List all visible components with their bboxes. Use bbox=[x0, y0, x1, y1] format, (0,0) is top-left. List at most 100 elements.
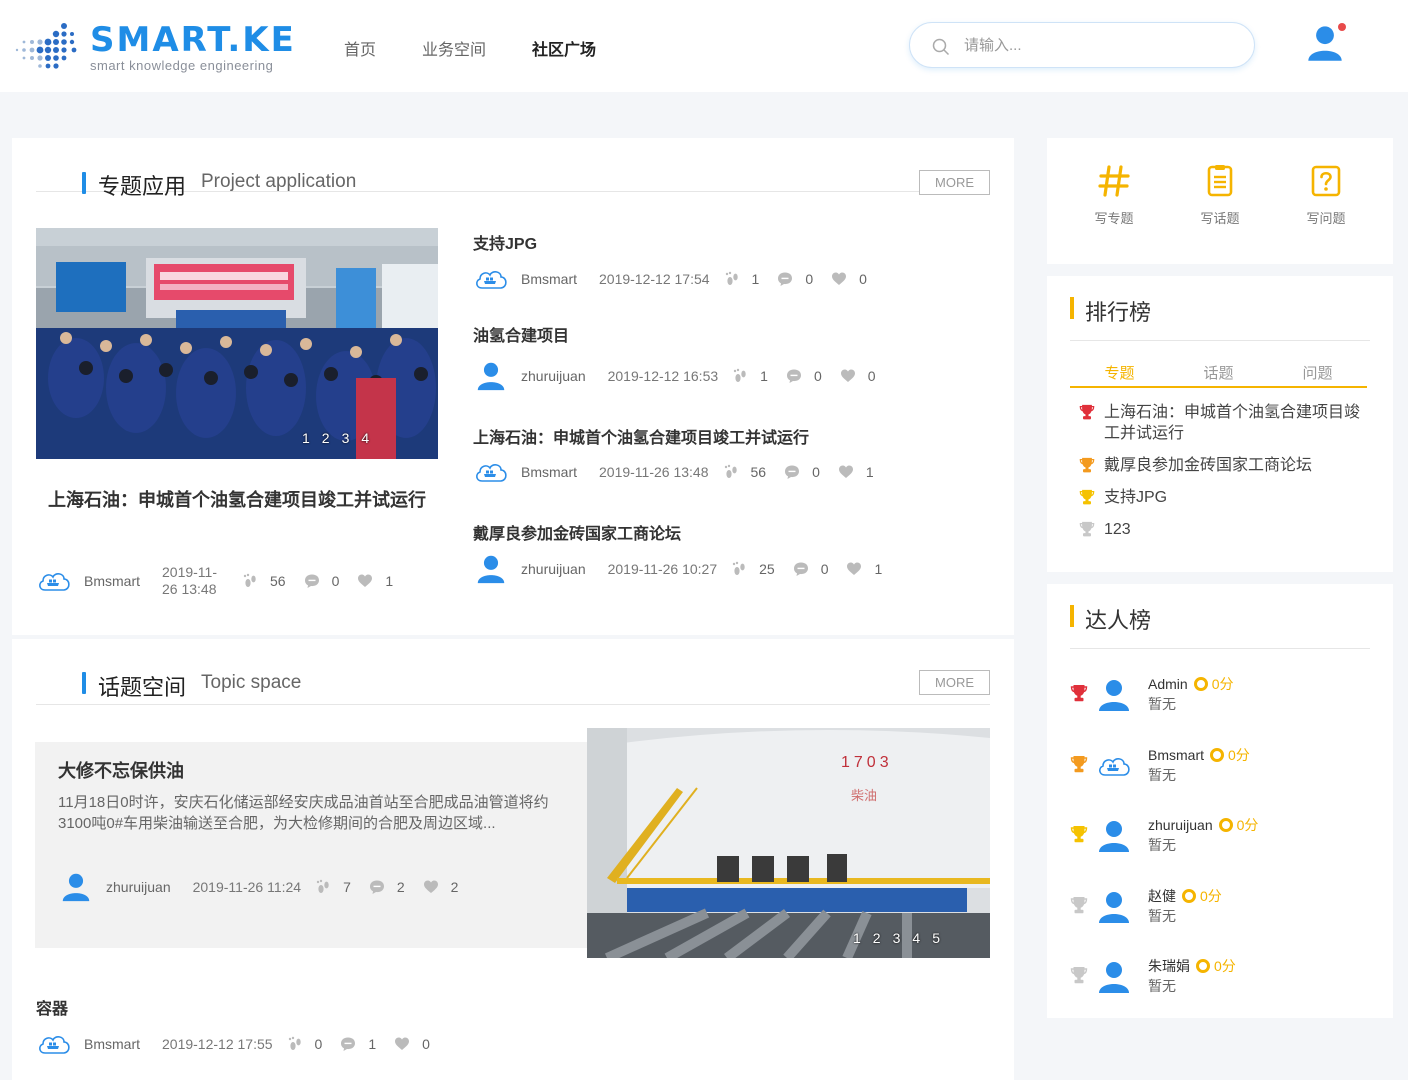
project-item-title[interactable]: 戴厚良参加金砖国家工商论坛 bbox=[473, 520, 681, 544]
author-name[interactable]: Bmsmart bbox=[84, 1036, 140, 1052]
write-topic-button[interactable]: 写话题 bbox=[1185, 164, 1255, 227]
topic-more-button[interactable]: MORE bbox=[919, 670, 990, 695]
ranking-item-title: 123 bbox=[1104, 521, 1131, 538]
tab-topics[interactable]: 话题 bbox=[1169, 362, 1268, 386]
comments-count: 0 bbox=[813, 368, 822, 384]
carousel-page[interactable]: 4 bbox=[361, 430, 369, 446]
ranking-list: 上海石油：申城首个油氢合建项目竣工并试运行 戴厚良参加金砖国家工商论坛 支持JP… bbox=[1070, 402, 1370, 551]
expert-name[interactable]: Bmsmart bbox=[1148, 747, 1204, 763]
project-featured-photo[interactable]: 1 2 3 4 bbox=[36, 228, 438, 459]
project-item-title[interactable]: 支持JPG bbox=[473, 230, 537, 254]
project-section-subtitle: Project application bbox=[201, 171, 357, 192]
project-item-meta: Bmsmart 2019-12-12 17:54 1 0 0 bbox=[473, 264, 885, 294]
notification-dot bbox=[1338, 23, 1346, 31]
nav-community-square[interactable]: 社区广场 bbox=[532, 36, 596, 60]
topic-featured-card[interactable]: 大修不忘保供油 11月18日0时许，安庆石化储运部经安庆成品油首站至合肥成品油管… bbox=[35, 742, 587, 948]
ranking-divider bbox=[1070, 340, 1370, 341]
project-section-title: 专题应用 bbox=[98, 174, 187, 199]
nav-home[interactable]: 首页 bbox=[344, 36, 376, 60]
project-featured-title[interactable]: 上海石油：申城首个油氢合建项目竣工并试运行 bbox=[48, 483, 428, 517]
comment-icon bbox=[784, 464, 800, 480]
write-project-button[interactable]: 写专题 bbox=[1079, 164, 1149, 227]
expert-name[interactable]: zhuruijuan bbox=[1148, 817, 1213, 833]
heart-icon[interactable] bbox=[831, 271, 847, 287]
author-name[interactable]: Bmsmart bbox=[84, 573, 140, 589]
ranking-item[interactable]: 支持JPG bbox=[1070, 487, 1370, 508]
author-name[interactable]: Bmsmart bbox=[521, 464, 577, 480]
views-footprint-icon bbox=[287, 1036, 303, 1052]
experts-accent-bar bbox=[1070, 605, 1074, 627]
comments-count: 0 bbox=[805, 271, 814, 287]
user-avatar-icon[interactable] bbox=[1096, 678, 1132, 712]
carousel-page[interactable]: 3 bbox=[342, 430, 350, 446]
search-input[interactable] bbox=[964, 33, 1234, 57]
write-question-label: 写问题 bbox=[1306, 211, 1346, 226]
carousel-page[interactable]: 3 bbox=[893, 930, 901, 946]
search-box[interactable] bbox=[909, 22, 1255, 68]
ranking-item[interactable]: 123 bbox=[1070, 519, 1370, 540]
comments-count: 1 bbox=[368, 1036, 377, 1052]
topic-item-title[interactable]: 容器 bbox=[36, 995, 68, 1019]
carousel-page[interactable]: 4 bbox=[912, 930, 920, 946]
expert-item[interactable]: Bmsmart 0分 暂无 bbox=[1070, 745, 1370, 785]
topic-featured-title[interactable]: 大修不忘保供油 bbox=[58, 757, 184, 783]
bmsmart-avatar[interactable] bbox=[473, 457, 509, 487]
tab-questions[interactable]: 问题 bbox=[1268, 362, 1367, 386]
expert-score: 0分 bbox=[1236, 817, 1259, 833]
smartke-logo[interactable]: SMART.KE smart knowledge engineering bbox=[14, 18, 294, 76]
views-count: 1 bbox=[751, 271, 760, 287]
carousel-page[interactable]: 2 bbox=[873, 930, 881, 946]
write-project-label: 写专题 bbox=[1094, 211, 1134, 226]
expert-item[interactable]: 赵健 0分 暂无 bbox=[1070, 886, 1370, 926]
expert-score: 0分 bbox=[1228, 747, 1250, 763]
author-name[interactable]: Bmsmart bbox=[521, 271, 577, 287]
user-avatar-icon[interactable] bbox=[58, 872, 94, 902]
expert-name[interactable]: Admin bbox=[1148, 676, 1188, 692]
user-avatar-icon[interactable] bbox=[473, 554, 509, 584]
author-name[interactable]: zhuruijuan bbox=[521, 561, 586, 577]
expert-item[interactable]: 朱瑞娟 0分 暂无 bbox=[1070, 956, 1370, 996]
expert-item[interactable]: zhuruijuan 0分 暂无 bbox=[1070, 815, 1370, 855]
bmsmart-avatar[interactable] bbox=[473, 264, 509, 294]
ranking-item[interactable]: 戴厚良参加金砖国家工商论坛 bbox=[1070, 455, 1370, 476]
bmsmart-avatar[interactable] bbox=[1096, 749, 1132, 783]
carousel-page[interactable]: 2 bbox=[322, 430, 330, 446]
carousel-page[interactable]: 5 bbox=[932, 930, 940, 946]
project-item-title[interactable]: 油氢合建项目 bbox=[473, 322, 569, 346]
tab-projects[interactable]: 专题 bbox=[1070, 362, 1169, 386]
trophy-bronze-icon bbox=[1070, 487, 1104, 505]
views-count: 0 bbox=[314, 1036, 323, 1052]
trophy-gold-icon bbox=[1070, 402, 1104, 420]
carousel-page[interactable]: 1 bbox=[853, 930, 861, 946]
heart-icon[interactable] bbox=[394, 1036, 410, 1052]
post-date: 2019-12-12 16:53 bbox=[607, 368, 719, 384]
user-avatar-icon[interactable] bbox=[1096, 890, 1132, 924]
user-avatar-icon[interactable] bbox=[1096, 960, 1132, 994]
expert-item[interactable]: Admin 0分 暂无 bbox=[1070, 674, 1370, 714]
bmsmart-avatar[interactable] bbox=[36, 1029, 72, 1059]
user-avatar-icon[interactable] bbox=[1096, 819, 1132, 853]
author-name[interactable]: zhuruijuan bbox=[106, 879, 171, 895]
heart-icon[interactable] bbox=[838, 464, 854, 480]
views-footprint-icon bbox=[723, 464, 739, 480]
write-question-button[interactable]: 写问题 bbox=[1291, 164, 1361, 227]
bmsmart-avatar[interactable] bbox=[36, 566, 72, 596]
heart-icon[interactable] bbox=[357, 573, 373, 589]
heart-icon[interactable] bbox=[846, 561, 862, 577]
expert-name[interactable]: 赵健 bbox=[1148, 886, 1176, 906]
carousel-page[interactable]: 1 bbox=[302, 430, 310, 446]
project-more-button[interactable]: MORE bbox=[919, 170, 990, 195]
topic-featured-photo[interactable]: 1703 柴油 1 2 3 4 5 bbox=[587, 728, 990, 958]
post-date: 2019-11-26 13:48 bbox=[162, 564, 218, 597]
heart-icon[interactable] bbox=[423, 879, 439, 895]
heart-icon[interactable] bbox=[840, 368, 856, 384]
coin-icon bbox=[1193, 677, 1208, 691]
expert-name[interactable]: 朱瑞娟 bbox=[1148, 956, 1190, 976]
likes-count: 1 bbox=[874, 561, 883, 577]
user-avatar-icon[interactable] bbox=[473, 361, 509, 391]
author-name[interactable]: zhuruijuan bbox=[521, 368, 586, 384]
ranking-item[interactable]: 上海石油：申城首个油氢合建项目竣工并试运行 bbox=[1070, 402, 1370, 444]
nav-business-space[interactable]: 业务空间 bbox=[422, 36, 486, 60]
project-application-panel: 专题应用 Project application MORE 1 2 3 4 上海… bbox=[12, 138, 1014, 635]
project-item-title[interactable]: 上海石油：申城首个油氢合建项目竣工并试运行 bbox=[473, 424, 809, 448]
